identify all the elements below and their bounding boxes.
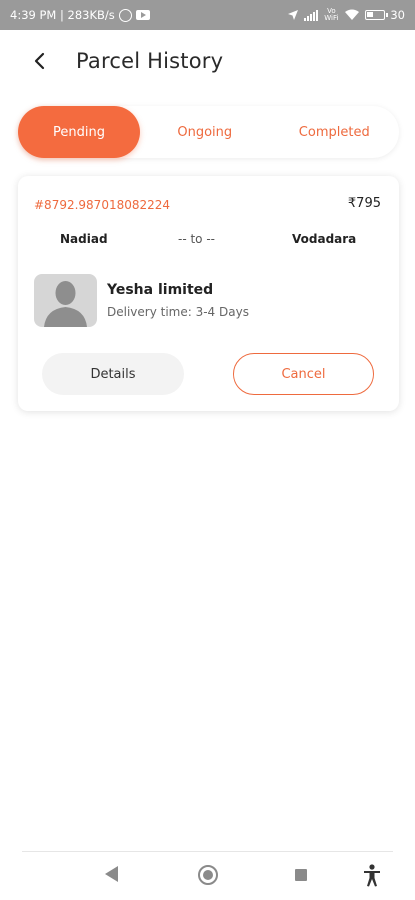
- battery-level: 30: [390, 8, 405, 22]
- signal-icon: [304, 9, 319, 21]
- parcel-price: ₹795: [347, 196, 381, 211]
- location-icon: [287, 9, 299, 21]
- status-right: Vo WiFi 30: [287, 8, 405, 22]
- order-id: #8792.987018082224: [34, 198, 171, 212]
- route-to: Vodadara: [292, 232, 357, 246]
- avatar: [34, 274, 97, 327]
- company-name: Yesha limited: [107, 282, 214, 298]
- network-label: Vo WiFi: [324, 7, 339, 22]
- back-button[interactable]: [20, 41, 60, 81]
- tab-completed[interactable]: Completed: [270, 106, 400, 158]
- cancel-button[interactable]: Cancel: [233, 353, 374, 395]
- route-from: Nadiad: [60, 232, 108, 246]
- details-button[interactable]: Details: [42, 353, 184, 395]
- parcel-card: #8792.987018082224 ₹795 Nadiad -- to -- …: [18, 176, 399, 411]
- status-tabs: Pending Ongoing Completed: [18, 106, 399, 158]
- status-bar: 4:39 PM | 283KB/s Vo WiFi 30: [0, 0, 415, 30]
- wifi-icon: [344, 9, 360, 21]
- alarm-icon: [118, 8, 132, 22]
- person-placeholder-icon: [44, 281, 87, 327]
- chevron-left-icon: [34, 52, 45, 70]
- youtube-icon: [135, 10, 150, 20]
- page-title: Parcel History: [76, 49, 224, 73]
- tab-ongoing[interactable]: Ongoing: [140, 106, 270, 158]
- accessibility-icon[interactable]: [362, 864, 382, 888]
- home-circle-icon[interactable]: [198, 865, 218, 885]
- recents-square-icon[interactable]: [295, 869, 307, 881]
- route-separator: -- to --: [178, 232, 215, 246]
- status-left: 4:39 PM | 283KB/s: [10, 8, 150, 22]
- back-triangle-icon[interactable]: [105, 866, 118, 882]
- system-nav-bar: [0, 852, 415, 900]
- app-header: Parcel History: [0, 30, 415, 92]
- status-time: 4:39 PM | 283KB/s: [10, 8, 115, 22]
- delivery-time: Delivery time: 3-4 Days: [107, 305, 249, 319]
- tab-pending[interactable]: Pending: [18, 106, 140, 158]
- battery-icon: [365, 10, 389, 20]
